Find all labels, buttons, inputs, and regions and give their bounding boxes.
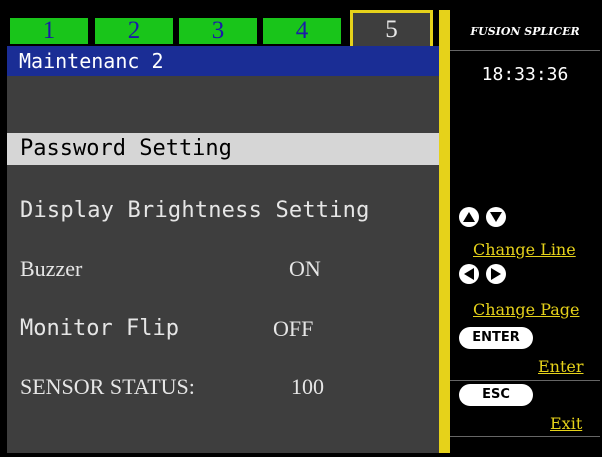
monitor-flip-label: Monitor Flip xyxy=(20,316,179,341)
esc-key-button[interactable]: ESC xyxy=(459,384,533,406)
divider xyxy=(450,436,600,437)
tab-1[interactable]: 1 xyxy=(10,18,88,44)
right-arrow-icon[interactable] xyxy=(486,264,506,284)
tab-5[interactable]: 5 xyxy=(350,10,433,46)
menu-item-monitor-flip[interactable]: Monitor Flip OFF xyxy=(7,312,439,346)
page-title: Maintenanc 2 xyxy=(7,46,439,76)
enter-label: Enter xyxy=(538,357,584,376)
menu-item-sensor-status[interactable]: SENSOR STATUS: 100 xyxy=(7,370,439,404)
tab-4[interactable]: 4 xyxy=(263,18,341,44)
help-sidebar: FUSION SPLICER 18:33:36 Change Line Chan… xyxy=(450,10,602,453)
menu-list: Password Setting Display Brightness Sett… xyxy=(7,76,439,453)
sensor-status-label: SENSOR STATUS: xyxy=(20,374,195,399)
menu-item-buzzer[interactable]: Buzzer ON xyxy=(7,252,439,286)
clock: 18:33:36 xyxy=(481,64,569,85)
monitor-flip-value: OFF xyxy=(273,316,314,341)
enter-key-button[interactable]: ENTER xyxy=(459,327,533,349)
tab-3[interactable]: 3 xyxy=(179,18,257,44)
menu-item-display-brightness[interactable]: Display Brightness Setting xyxy=(7,194,439,228)
down-arrow-icon[interactable] xyxy=(486,207,506,227)
brand-label: FUSION SPLICER xyxy=(470,25,580,38)
divider xyxy=(450,380,600,381)
left-arrow-icon[interactable] xyxy=(459,264,479,284)
exit-label: Exit xyxy=(550,414,583,433)
buzzer-value: ON xyxy=(289,256,321,281)
tab-bar: 1 2 3 4 5 xyxy=(7,10,439,46)
main-panel: 1 2 3 4 5 Maintenanc 2 Password Setting … xyxy=(7,10,439,453)
tab-2[interactable]: 2 xyxy=(95,18,173,44)
change-page-label: Change Page xyxy=(473,300,580,319)
menu-item-password-setting[interactable]: Password Setting xyxy=(7,133,439,165)
sensor-status-value: 100 xyxy=(291,374,324,399)
buzzer-label: Buzzer xyxy=(20,256,83,281)
divider xyxy=(450,50,600,51)
change-line-label: Change Line xyxy=(473,240,576,259)
divider-bar xyxy=(439,10,450,453)
up-arrow-icon[interactable] xyxy=(459,207,479,227)
